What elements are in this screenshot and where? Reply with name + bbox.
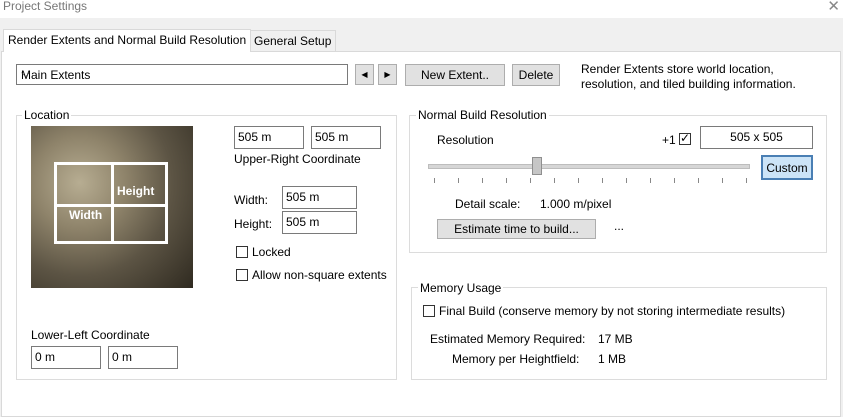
multiplier-checkbox[interactable]: [679, 131, 691, 145]
detail-scale-label: Detail scale:: [455, 197, 521, 211]
slider-tick: [482, 178, 483, 183]
slider-tick: [626, 178, 627, 183]
slider-tick: [602, 178, 603, 183]
terrain-preview-image: Height Width: [31, 126, 193, 288]
location-label: Location: [22, 108, 72, 122]
width-field[interactable]: 505 m: [282, 186, 357, 209]
upper-right-x-field[interactable]: 505 m: [234, 126, 304, 149]
map-height-label: Height: [117, 184, 155, 198]
slider-tick: [746, 178, 747, 183]
resolution-group-label: Normal Build Resolution: [416, 108, 549, 122]
next-extent-button[interactable]: ▶: [378, 64, 397, 85]
estimate-time-button[interactable]: Estimate time to build...: [437, 219, 596, 239]
width-arrow: [55, 204, 167, 207]
non-square-checkbox[interactable]: [236, 269, 248, 281]
slider-tick: [506, 178, 507, 183]
final-build-checkbox[interactable]: [423, 305, 435, 317]
slider-tick: [722, 178, 723, 183]
slider-tick: [434, 178, 435, 183]
tab-general-setup[interactable]: General Setup: [249, 30, 337, 51]
extent-selector[interactable]: Main Extents ⌵: [16, 64, 348, 85]
memory-per-heightfield-label: Memory per Heightfield:: [452, 352, 580, 366]
height-label: Height:: [234, 217, 273, 231]
lower-left-x-field[interactable]: 0 m: [31, 346, 101, 369]
slider-tick: [530, 178, 531, 183]
slider-tick: [674, 178, 675, 183]
custom-button[interactable]: Custom: [761, 155, 813, 180]
resolution-label: Resolution: [437, 133, 494, 147]
resolution-field[interactable]: 505 x 505: [700, 126, 813, 149]
resolution-slider-thumb[interactable]: [531, 157, 542, 175]
locked-label: Locked: [252, 245, 291, 259]
slider-tick: [554, 178, 555, 183]
estimated-memory-value: 17 MB: [598, 332, 633, 346]
resolution-multiplier: +1: [662, 133, 676, 147]
map-width-label: Width: [69, 208, 103, 222]
slider-tick: [650, 178, 651, 183]
non-square-label: Allow non-square extents: [252, 268, 387, 282]
chevron-down-icon: ⌵: [21, 66, 31, 80]
detail-scale-value: 1.000 m/pixel: [540, 197, 612, 211]
final-build-label: Final Build (conserve memory by not stor…: [439, 304, 786, 318]
tab-render-extents[interactable]: Render Extents and Normal Build Resoluti…: [3, 29, 252, 52]
width-label: Width:: [234, 193, 269, 207]
lower-left-y-field[interactable]: 0 m: [108, 346, 178, 369]
locked-checkbox[interactable]: [236, 246, 248, 258]
window-title: Project Settings: [3, 0, 88, 13]
estimated-memory-label: Estimated Memory Required:: [430, 332, 586, 346]
estimate-ellipsis: ...: [614, 219, 625, 233]
new-extent-button[interactable]: New Extent..: [405, 64, 505, 86]
upper-right-caption: Upper-Right Coordinate: [234, 152, 361, 166]
slider-tick: [698, 178, 699, 183]
slider-tick: [578, 178, 579, 183]
slider-tick: [458, 178, 459, 183]
memory-per-heightfield-value: 1 MB: [598, 352, 627, 366]
resolution-slider-track[interactable]: [428, 164, 750, 169]
close-icon[interactable]: ✕: [827, 0, 840, 15]
previous-extent-button[interactable]: ◀: [355, 64, 374, 85]
height-field[interactable]: 505 m: [282, 211, 357, 234]
upper-right-y-field[interactable]: 505 m: [311, 126, 381, 149]
lower-left-caption: Lower-Left Coordinate: [31, 328, 150, 342]
delete-button[interactable]: Delete: [512, 64, 560, 86]
title-bar: Project Settings ✕: [0, 0, 843, 18]
info-text: Render Extents store world location, res…: [581, 62, 796, 91]
height-arrow: [111, 164, 114, 242]
memory-group-label: Memory Usage: [418, 281, 504, 295]
